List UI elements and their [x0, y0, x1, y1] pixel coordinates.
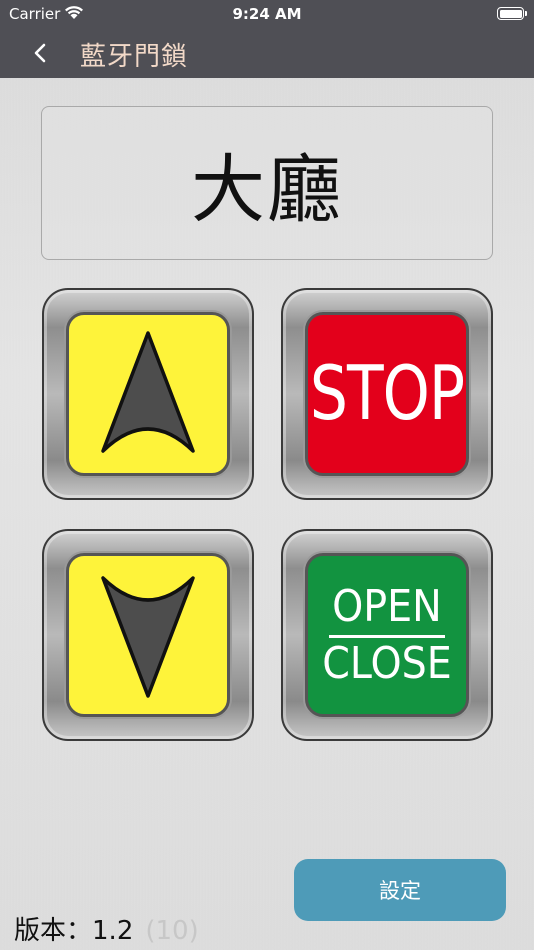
room-name: 大廳	[191, 146, 343, 233]
stop-button[interactable]: STOP	[281, 288, 493, 500]
chevron-left-icon	[34, 43, 46, 63]
stop-button-face: STOP	[305, 312, 469, 476]
open-close-button-face: OPEN CLOSE	[305, 553, 469, 717]
down-button-face	[66, 553, 230, 717]
room-display: 大廳	[41, 106, 493, 260]
arrow-down-icon	[101, 576, 195, 698]
page-title: 藍牙門鎖	[80, 42, 189, 72]
arrow-up-icon	[101, 331, 195, 453]
back-button[interactable]	[24, 35, 60, 71]
open-close-button[interactable]: OPEN CLOSE	[281, 529, 493, 741]
status-bar: Carrier 9:24 AM	[0, 0, 534, 28]
down-button[interactable]	[42, 529, 254, 741]
up-button-face	[66, 312, 230, 476]
close-label: CLOSE	[322, 637, 452, 689]
settings-button[interactable]: 設定	[294, 859, 506, 921]
up-button[interactable]	[42, 288, 254, 500]
version-number: 1.2	[92, 916, 134, 946]
open-label: OPEN	[332, 580, 442, 632]
stop-label: STOP	[309, 350, 465, 438]
build-number: (10)	[145, 916, 199, 946]
battery-icon	[497, 7, 527, 20]
version-label: 版本：	[14, 916, 93, 946]
version-info: 版本：1.2 (10)	[14, 910, 199, 947]
clock: 9:24 AM	[232, 5, 302, 23]
navigation-bar: 藍牙門鎖	[0, 28, 534, 78]
